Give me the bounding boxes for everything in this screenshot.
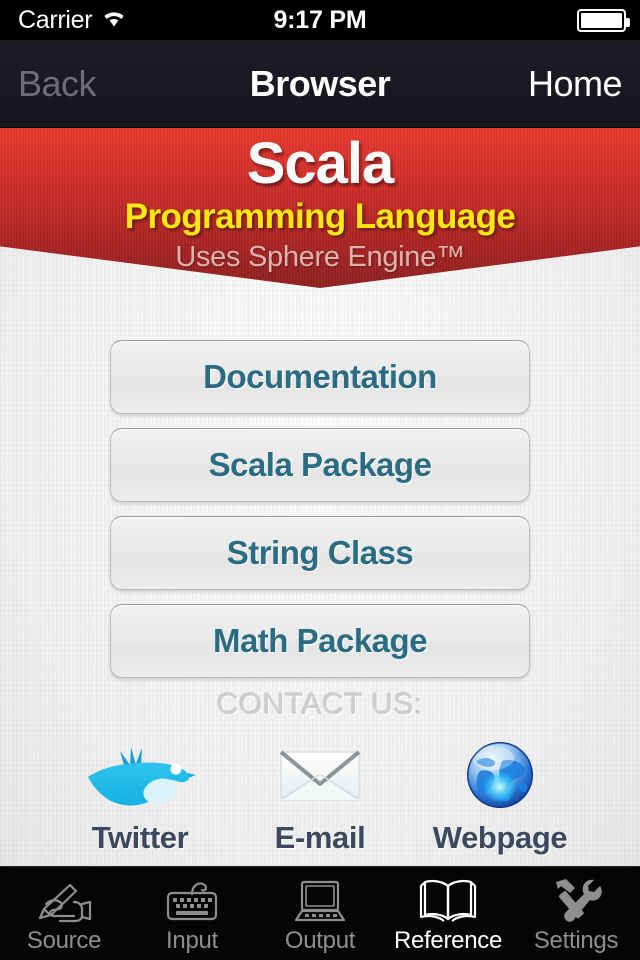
computer-icon — [290, 872, 350, 924]
tab-input[interactable]: Input — [128, 867, 256, 960]
tab-label: Reference — [393, 927, 503, 954]
math-package-button[interactable]: Math Package — [110, 604, 530, 678]
tab-label: Input — [166, 927, 218, 954]
link-button-label: Documentation — [203, 358, 437, 395]
banner-engine-note: Uses Sphere Engine™ — [175, 241, 465, 274]
keyboard-icon — [162, 872, 222, 924]
banner-title: Scala — [246, 131, 395, 196]
app-screen: Carrier 9:17 PM Back Browser Home Scala … — [0, 0, 640, 960]
battery-full-icon — [577, 8, 630, 32]
contact-label: Twitter — [91, 820, 189, 855]
banner-subtitle: Programming Language — [124, 196, 516, 236]
status-bar-time: 9:17 PM — [273, 5, 367, 34]
status-bar: Carrier 9:17 PM — [0, 0, 640, 40]
tab-bar: Source Input Output Reference Settings — [0, 866, 640, 960]
scala-package-button[interactable]: Scala Package — [110, 428, 530, 502]
documentation-button[interactable]: Documentation — [110, 340, 530, 414]
tab-source[interactable]: Source — [0, 867, 128, 960]
tab-output[interactable]: Output — [256, 867, 384, 960]
contact-heading: CONTACT US: — [216, 688, 424, 721]
webpage-contact-button[interactable]: Webpage — [410, 736, 590, 856]
tab-label: Output — [284, 927, 356, 954]
hand-writing-icon — [34, 872, 94, 924]
email-contact-button[interactable]: E-mail — [230, 736, 410, 856]
contact-section: CONTACT US: Twitter E-mail Webpage — [0, 688, 640, 856]
status-bar-right — [577, 8, 630, 32]
globe-icon — [464, 736, 536, 814]
contact-icon-row: Twitter E-mail Webpage — [0, 736, 640, 856]
hammer-wrench-icon — [546, 872, 606, 924]
envelope-icon — [277, 736, 363, 814]
link-button-list: Documentation Scala Package String Class… — [0, 340, 640, 692]
contact-label: E-mail — [274, 820, 366, 855]
contact-label: Webpage — [432, 820, 568, 855]
twitter-contact-button[interactable]: Twitter — [50, 736, 230, 856]
tab-label: Settings — [533, 927, 619, 954]
tab-label: Source — [26, 927, 102, 954]
link-button-label: String Class — [226, 534, 414, 571]
content-area: Scala Programming Language Uses Sphere E… — [0, 128, 640, 866]
link-button-label: Math Package — [212, 622, 428, 659]
tab-settings[interactable]: Settings — [512, 867, 640, 960]
open-book-icon — [416, 872, 480, 924]
home-button[interactable]: Home — [528, 63, 623, 105]
link-button-label: Scala Package — [208, 446, 432, 483]
navigation-bar: Back Browser Home — [0, 40, 640, 128]
tab-reference[interactable]: Reference — [384, 867, 512, 960]
language-banner: Scala Programming Language Uses Sphere E… — [0, 128, 640, 288]
twitter-bird-icon — [84, 736, 196, 814]
string-class-button[interactable]: String Class — [110, 516, 530, 590]
